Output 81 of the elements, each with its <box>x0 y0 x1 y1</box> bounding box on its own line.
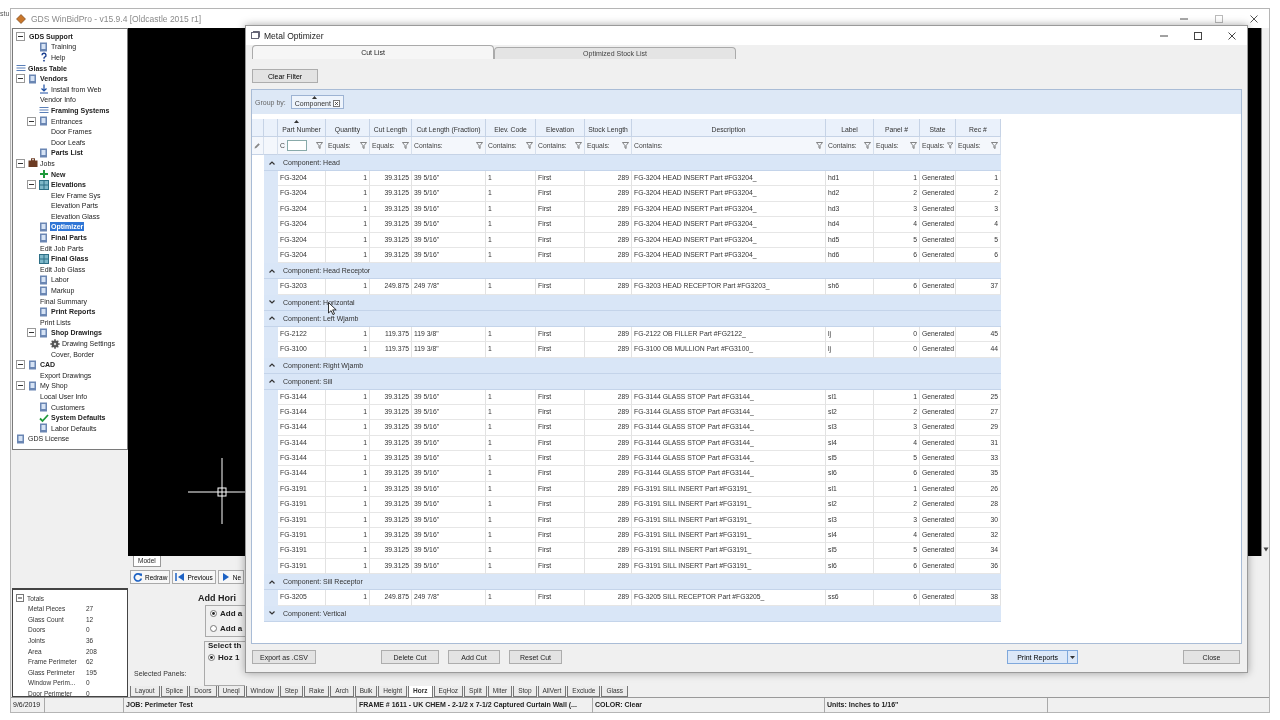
panel-heading: Add Hori <box>198 593 237 603</box>
document-icon <box>39 222 49 232</box>
chevron-icon[interactable] <box>269 379 275 383</box>
filter-icon[interactable] <box>864 142 871 149</box>
chevron-icon[interactable] <box>269 316 275 321</box>
row-gutter <box>264 279 278 295</box>
filter-icon[interactable] <box>402 142 409 149</box>
next-icon <box>220 572 231 582</box>
filter-icon[interactable] <box>575 142 582 149</box>
redraw-icon <box>133 572 143 582</box>
checkmark-icon <box>39 412 49 423</box>
document-icon <box>16 433 26 444</box>
document-icon <box>39 274 49 285</box>
tree-toggle-icon[interactable] <box>16 360 25 370</box>
grid-icon <box>39 179 49 190</box>
tree-toggle-icon[interactable] <box>27 180 36 190</box>
close-icon[interactable] <box>332 99 340 107</box>
tree-toggle-icon[interactable] <box>16 594 24 603</box>
close-icon[interactable] <box>1249 13 1259 24</box>
chevron-icon[interactable] <box>269 579 275 584</box>
document-icon <box>28 359 38 370</box>
app-logo-icon <box>16 13 26 24</box>
filter-icon[interactable] <box>360 142 367 149</box>
previous-icon <box>175 572 186 582</box>
grid-icon <box>39 253 49 264</box>
chevron-icon[interactable] <box>269 268 275 273</box>
tree-toggle-icon[interactable] <box>27 116 36 126</box>
plus-icon <box>39 169 49 179</box>
scroll-down-icon[interactable] <box>1262 547 1269 552</box>
tree-toggle-icon[interactable] <box>16 31 25 41</box>
chevron-icon[interactable] <box>269 363 275 367</box>
filter-input[interactable] <box>286 140 307 151</box>
radio-button[interactable] <box>210 610 217 617</box>
filter-icon[interactable] <box>622 142 629 149</box>
window-title: GDS WinBidPro - v15.9.4 [Oldcastle 2015 r1] <box>31 13 203 24</box>
tree-toggle-icon[interactable] <box>16 158 25 168</box>
chevron-icon[interactable] <box>269 160 275 165</box>
radio-label: Add a <box>220 624 243 633</box>
filter-icon[interactable] <box>946 142 953 149</box>
row-gutter <box>264 590 278 606</box>
tree-toggle-icon[interactable] <box>27 328 36 338</box>
document-icon <box>39 147 49 158</box>
document-icon <box>39 232 49 243</box>
document-icon <box>28 380 38 391</box>
radio-button[interactable] <box>210 625 217 632</box>
list-icon <box>39 105 49 116</box>
filter-icon[interactable] <box>316 142 323 149</box>
document-icon <box>39 41 49 52</box>
row-gutter <box>264 171 278 187</box>
pencil-icon <box>254 142 260 149</box>
group-heading: Select th <box>208 641 243 650</box>
document-icon <box>39 423 49 434</box>
tree-toggle-icon[interactable] <box>16 381 25 391</box>
dropdown-caret-icon[interactable] <box>1070 655 1075 659</box>
window-icon <box>251 31 260 40</box>
gear-icon <box>50 338 60 349</box>
radio-label: Hoz 1 <box>218 653 240 662</box>
tree-toggle-icon[interactable] <box>16 74 25 84</box>
close-icon[interactable] <box>1227 30 1237 41</box>
help-icon <box>39 52 49 63</box>
filter-icon[interactable] <box>816 142 823 149</box>
sort-caret-icon <box>293 120 299 123</box>
briefcase-icon <box>28 158 38 169</box>
chevron-icon[interactable] <box>269 611 275 616</box>
filter-icon[interactable] <box>991 142 998 149</box>
radio-button[interactable] <box>208 654 215 661</box>
list-icon <box>16 63 26 74</box>
filter-icon[interactable] <box>526 142 533 149</box>
radio-label: Add a <box>220 609 243 618</box>
chevron-icon[interactable] <box>269 300 275 305</box>
document-icon <box>39 116 49 127</box>
dialog-title: Metal Optimizer <box>264 30 325 41</box>
document-icon <box>39 327 49 338</box>
document-icon <box>28 73 38 84</box>
maximize-icon[interactable] <box>1193 30 1203 41</box>
document-icon <box>39 402 49 413</box>
document-icon <box>39 306 49 317</box>
download-icon <box>39 84 49 95</box>
filter-icon[interactable] <box>476 142 483 149</box>
document-icon <box>39 285 49 296</box>
filter-icon[interactable] <box>910 142 917 149</box>
